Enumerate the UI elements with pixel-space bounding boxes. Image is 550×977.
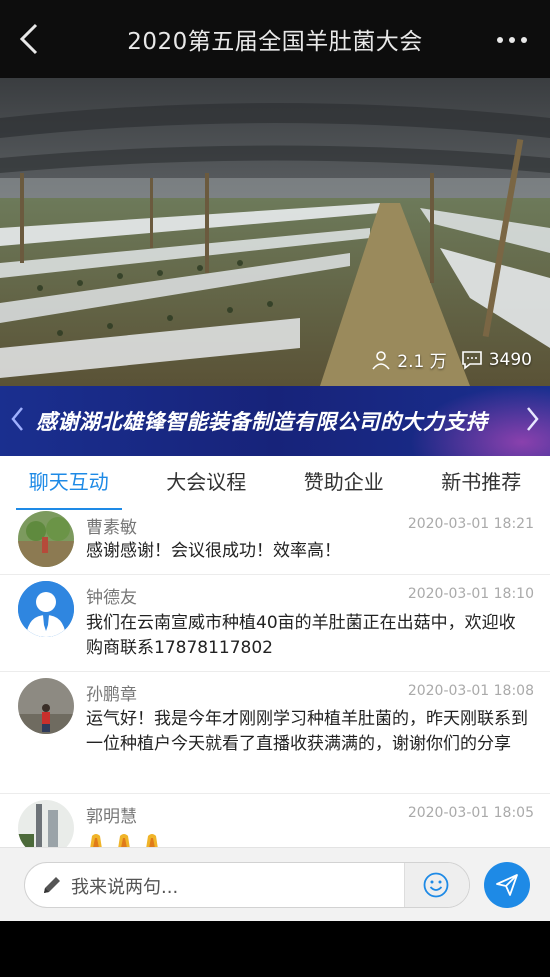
chat-message: 钟德友 2020-03-01 18:10 我们在云南宣威市种植40亩的羊肚菌正在… bbox=[0, 575, 550, 672]
sender-name: 郭明慧 bbox=[86, 807, 137, 827]
message-time: 2020-03-01 18:10 bbox=[407, 586, 534, 602]
tab-chat[interactable]: 聊天互动 bbox=[0, 456, 138, 511]
smiley-icon bbox=[423, 872, 449, 898]
viewer-count-label: 2.1 万 bbox=[397, 352, 447, 372]
sender-name: 曹素敏 bbox=[86, 518, 137, 538]
banner-next-icon[interactable] bbox=[526, 406, 540, 432]
greenhouse-video-frame bbox=[0, 78, 550, 386]
message-text: 运气好！我是今年才刚刚学习种植羊肚菌的，昨天刚联系到一位种植户今天就看了直播收获… bbox=[86, 709, 528, 754]
back-icon[interactable] bbox=[14, 22, 44, 56]
live-video-player[interactable]: 2.1 万 3490 bbox=[0, 78, 550, 386]
comment-icon bbox=[461, 350, 482, 370]
comment-input[interactable]: 我来说两句... bbox=[24, 862, 470, 908]
tab-bar: 聊天互动 大会议程 赞助企业 新书推荐 bbox=[0, 456, 550, 511]
app-screen: 2020第五届全国羊肚菌大会 2.1 万 3490 感谢湖北雄锋智能装备制造有限… bbox=[0, 0, 550, 977]
send-button[interactable] bbox=[484, 862, 530, 908]
emoji-reactions bbox=[86, 832, 162, 847]
clap-emoji-icon bbox=[146, 834, 158, 847]
pencil-icon bbox=[44, 877, 60, 893]
avatar[interactable] bbox=[18, 511, 74, 567]
comment-input-placeholder: 我来说两句... bbox=[71, 877, 179, 898]
page-title: 2020第五届全国羊肚菌大会 bbox=[127, 29, 423, 55]
clap-emoji-icon bbox=[90, 834, 102, 847]
more-options-icon[interactable] bbox=[492, 24, 532, 54]
message-text: 感谢感谢！会议很成功！效率高！ bbox=[86, 541, 341, 561]
comment-count-label: 3490 bbox=[488, 349, 532, 370]
sender-name: 钟德友 bbox=[86, 588, 137, 608]
viewer-count: 2.1 万 bbox=[371, 347, 447, 372]
comment-input-bar: 我来说两句... bbox=[0, 847, 550, 922]
comment-count: 3490 bbox=[461, 350, 532, 370]
tab-sponsors[interactable]: 赞助企业 bbox=[275, 456, 413, 510]
chat-message: 郭明慧 2020-03-01 18:05 bbox=[0, 794, 550, 847]
message-time: 2020-03-01 18:08 bbox=[407, 683, 534, 699]
banner-prev-icon[interactable] bbox=[10, 406, 24, 432]
avatar[interactable] bbox=[18, 581, 74, 637]
chat-message: 孙鹏章 2020-03-01 18:08 运气好！我是今年才刚刚学习种植羊肚菌的… bbox=[0, 672, 550, 794]
send-icon bbox=[496, 874, 518, 896]
sender-name: 孙鹏章 bbox=[86, 685, 137, 705]
message-time: 2020-03-01 18:05 bbox=[407, 805, 534, 821]
top-bar: 2020第五届全国羊肚菌大会 bbox=[0, 0, 550, 78]
person-icon bbox=[372, 350, 390, 370]
avatar[interactable] bbox=[18, 800, 74, 847]
message-time: 2020-03-01 18:21 bbox=[407, 516, 534, 532]
video-stats: 2.1 万 3490 bbox=[371, 347, 532, 372]
chat-message: 曹素敏 2020-03-01 18:21 感谢感谢！会议很成功！效率高！ bbox=[0, 510, 550, 575]
message-text: 我们在云南宣威市种植40亩的羊肚菌正在出菇中，欢迎收购商联系1787811780… bbox=[86, 613, 516, 658]
banner-text: 感谢湖北雄锋智能装备制造有限公司的大力支持 bbox=[36, 410, 488, 434]
system-navigation-bar bbox=[0, 921, 550, 977]
clap-emoji-icon bbox=[118, 834, 130, 847]
tab-agenda[interactable]: 大会议程 bbox=[138, 456, 276, 510]
tab-book-recommendations[interactable]: 新书推荐 bbox=[413, 456, 550, 510]
avatar[interactable] bbox=[18, 678, 74, 734]
sponsor-banner[interactable]: 感谢湖北雄锋智能装备制造有限公司的大力支持 bbox=[0, 386, 550, 456]
chat-list[interactable]: 曹素敏 2020-03-01 18:21 感谢感谢！会议很成功！效率高！ 钟德友… bbox=[0, 510, 550, 847]
emoji-button[interactable] bbox=[404, 863, 469, 907]
